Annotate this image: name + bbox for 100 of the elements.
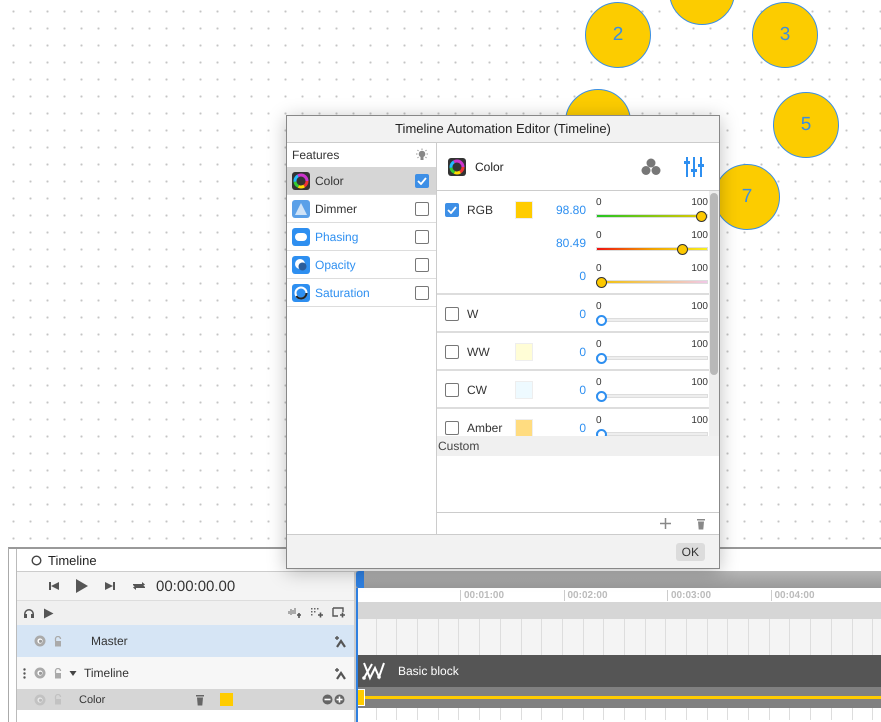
- slider[interactable]: [596, 277, 708, 288]
- checkbox[interactable]: [415, 286, 429, 300]
- slider-min: 0: [596, 230, 602, 241]
- add-grid-icon[interactable]: [310, 607, 324, 619]
- drag-handle-icon[interactable]: [23, 668, 26, 678]
- checkbox[interactable]: [415, 202, 429, 216]
- checkbox[interactable]: [445, 382, 459, 396]
- value-readout[interactable]: 0: [540, 344, 586, 358]
- slider-max: 100: [691, 263, 708, 274]
- checkbox[interactable]: [415, 174, 429, 188]
- checkbox[interactable]: [415, 258, 429, 272]
- fixture-circle[interactable]: 3: [752, 2, 818, 68]
- trash-icon[interactable]: [696, 518, 706, 530]
- value-readout[interactable]: 98.80: [540, 202, 586, 216]
- slider-min: 0: [596, 263, 602, 274]
- slider[interactable]: [596, 244, 708, 255]
- value-readout[interactable]: 80.49: [540, 236, 586, 250]
- feature-icon: [292, 172, 310, 190]
- feature-item[interactable]: Dimmer: [287, 195, 436, 223]
- color-swatch[interactable]: [220, 693, 233, 706]
- track-row[interactable]: Color: [17, 689, 354, 710]
- value-readout[interactable]: 0: [540, 382, 586, 396]
- feature-item[interactable]: Opacity: [287, 251, 436, 279]
- fixture-circle[interactable]: 2: [585, 2, 651, 68]
- checkbox[interactable]: [445, 420, 459, 434]
- track-row[interactable]: Timeline: [17, 657, 354, 689]
- fixture-circle[interactable]: 5: [773, 92, 839, 158]
- feature-item[interactable]: Color: [287, 167, 436, 195]
- skip-back-icon[interactable]: [48, 581, 60, 591]
- slider-max: 100: [691, 377, 708, 388]
- caret-icon[interactable]: [69, 669, 77, 677]
- play-icon[interactable]: [43, 608, 54, 618]
- color-swatch[interactable]: [515, 418, 533, 436]
- eye-icon[interactable]: [33, 635, 47, 647]
- ruler-label: 00:04:00: [770, 590, 874, 600]
- slider-min: 0: [596, 377, 602, 388]
- ok-button[interactable]: OK: [676, 542, 705, 560]
- feature-icon: [292, 284, 310, 302]
- slider[interactable]: [596, 315, 708, 326]
- feature-name: Saturation: [315, 286, 370, 300]
- block-label: Basic block: [398, 664, 459, 678]
- track-row[interactable]: Master: [17, 625, 354, 657]
- features-heading: Features: [292, 148, 340, 162]
- value-readout[interactable]: 0: [540, 268, 586, 282]
- sliders-icon[interactable]: [684, 156, 704, 178]
- minus-plus-icon[interactable]: [322, 694, 346, 705]
- skip-forward-icon[interactable]: [104, 581, 116, 591]
- radio-icon[interactable]: [31, 554, 42, 566]
- feature-icon: [292, 228, 310, 246]
- feature-name: Color: [315, 174, 344, 188]
- trash-icon[interactable]: [194, 694, 205, 706]
- track-name: Color: [79, 694, 106, 706]
- color-swatch[interactable]: [515, 200, 533, 218]
- channel-name: W: [467, 306, 478, 320]
- color-swatch[interactable]: [515, 342, 533, 360]
- slider-max: 100: [691, 197, 708, 208]
- track-name: Timeline: [84, 666, 129, 680]
- channel-name: Amber: [467, 420, 502, 434]
- headphones-icon[interactable]: [23, 608, 35, 618]
- feature-name: Phasing: [315, 230, 358, 244]
- slider[interactable]: [596, 391, 708, 402]
- slider[interactable]: [596, 353, 708, 364]
- add-icon[interactable]: [660, 518, 671, 529]
- value-readout[interactable]: 0: [540, 306, 586, 320]
- slider-min: 0: [596, 197, 602, 208]
- panel-title: Color: [475, 160, 504, 174]
- wand-icon[interactable]: [333, 634, 346, 648]
- slider-min: 0: [596, 415, 602, 426]
- feature-item[interactable]: Saturation: [287, 279, 436, 307]
- feature-name: Opacity: [315, 258, 356, 272]
- loop-icon[interactable]: [131, 580, 147, 592]
- eye-icon[interactable]: [33, 667, 47, 679]
- panel-title: Timeline: [48, 552, 97, 568]
- scrollbar[interactable]: [709, 191, 719, 436]
- value-readout[interactable]: 0: [540, 420, 586, 434]
- automation-lane[interactable]: [356, 687, 881, 708]
- channel-name: WW: [467, 344, 490, 358]
- section-heading: Custom: [437, 436, 719, 456]
- play-icon[interactable]: [75, 578, 89, 594]
- wand-icon[interactable]: [333, 666, 346, 680]
- checkbox[interactable]: [445, 202, 459, 216]
- feature-name: Dimmer: [315, 202, 357, 216]
- checkbox[interactable]: [445, 344, 459, 358]
- add-box-icon[interactable]: [332, 607, 346, 619]
- ruler-label: 00:01:00: [460, 590, 564, 600]
- basic-block[interactable]: Basic block: [356, 655, 881, 687]
- circles-icon[interactable]: [641, 158, 661, 176]
- checkbox[interactable]: [415, 230, 429, 244]
- slider-max: 100: [691, 415, 708, 426]
- feature-item[interactable]: Phasing: [287, 223, 436, 251]
- scrollbar[interactable]: [356, 571, 881, 588]
- color-wheel-icon: [448, 158, 466, 176]
- checkbox[interactable]: [445, 306, 459, 320]
- slider-max: 100: [691, 301, 708, 312]
- bulb-icon[interactable]: [414, 148, 430, 162]
- slider[interactable]: [596, 211, 708, 222]
- curve-icon: [362, 661, 386, 681]
- add-track-icon[interactable]: [288, 607, 302, 619]
- channel-name: CW: [467, 382, 487, 396]
- feature-icon: [292, 200, 310, 218]
